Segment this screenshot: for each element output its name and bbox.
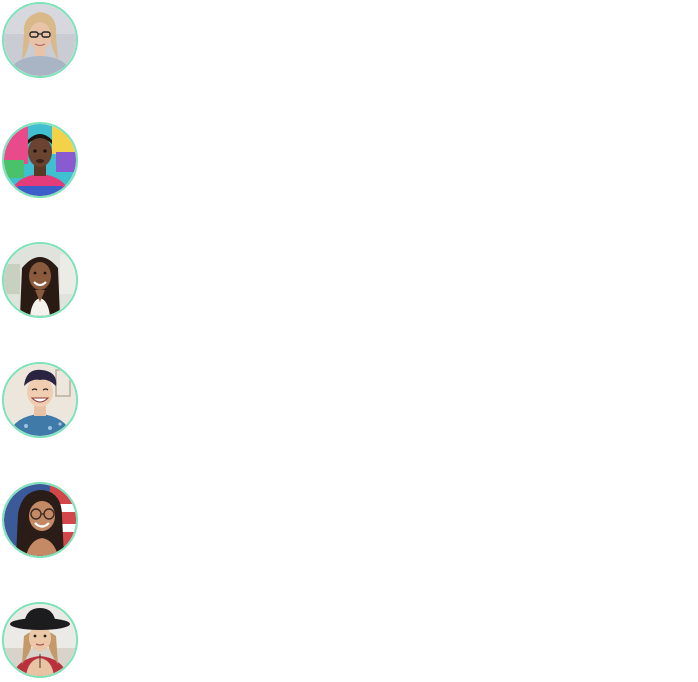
avatar-4[interactable]	[2, 362, 78, 438]
avatar-4-photo	[4, 364, 76, 436]
avatar-1[interactable]	[2, 2, 78, 78]
avatar-6[interactable]	[2, 602, 78, 678]
avatar-5[interactable]	[2, 482, 78, 558]
avatar-5-photo	[4, 484, 76, 556]
avatar-list	[0, 0, 698, 682]
avatar-6-photo	[4, 604, 76, 676]
avatar-3[interactable]	[2, 242, 78, 318]
avatar-2-photo	[4, 124, 76, 196]
avatar-3-photo	[4, 244, 76, 316]
avatar-1-photo	[4, 4, 76, 76]
avatar-2[interactable]	[2, 122, 78, 198]
